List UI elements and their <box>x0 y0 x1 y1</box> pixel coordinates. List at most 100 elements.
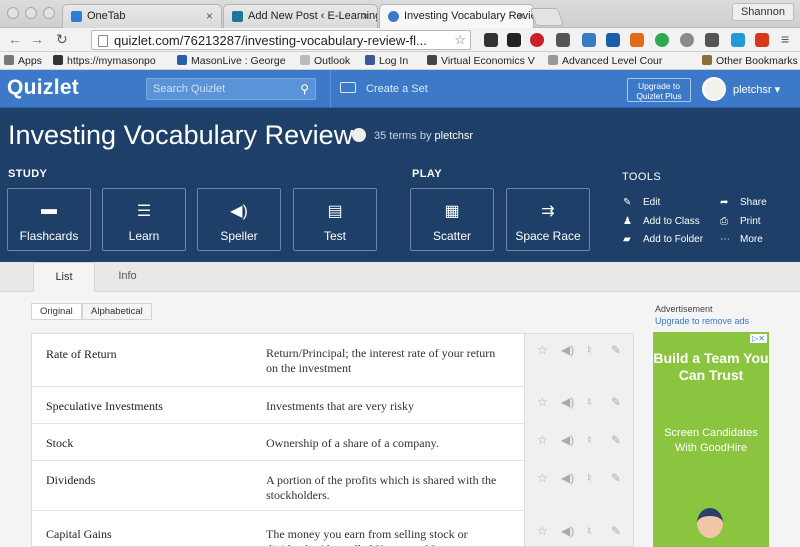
menu-icon[interactable]: ≡ <box>781 31 789 47</box>
edit-link[interactable]: ✎ Edit <box>623 197 660 208</box>
browser-tab-quizlet[interactable]: Investing Vocabulary Revie × <box>379 4 534 29</box>
speaker-icon[interactable]: ◀) <box>561 395 574 409</box>
bookmark-star-icon[interactable]: ☆ <box>454 32 466 48</box>
definition-text: Investments that are very risky <box>266 399 414 413</box>
star-icon[interactable]: ☆ <box>537 343 548 357</box>
test-button[interactable]: ▤ Test <box>293 188 377 251</box>
term-text: Capital Gains <box>46 527 112 541</box>
avatar[interactable] <box>702 77 726 101</box>
pencil-icon[interactable]: ✎ <box>611 471 621 485</box>
quizlet-logo[interactable]: Quizlet <box>7 76 79 100</box>
pencil-icon[interactable]: ✎ <box>611 395 621 409</box>
remove-ads-link[interactable]: Upgrade to remove ads <box>655 316 749 326</box>
search-icon[interactable]: ⚲ <box>300 82 309 96</box>
extension-icon[interactable] <box>630 33 644 47</box>
bookmark-log-in[interactable]: Log In <box>365 55 408 67</box>
study-label: STUDY <box>8 168 48 180</box>
new-tab-button[interactable] <box>529 8 565 26</box>
microphone-icon[interactable]: ♮ <box>587 471 591 485</box>
space-race-icon: ⇉ <box>541 203 555 220</box>
close-window-button[interactable] <box>7 7 19 19</box>
quizlet-header: Quizlet Search Quizlet ⚲ Create a Set Up… <box>0 70 800 108</box>
close-tab-icon[interactable]: × <box>206 9 213 23</box>
create-set-button[interactable]: Create a Set <box>340 82 428 95</box>
sort-original-button[interactable]: Original <box>31 303 82 320</box>
close-tab-icon[interactable]: × <box>362 9 369 23</box>
minimize-window-button[interactable] <box>25 7 37 19</box>
star-icon[interactable]: ☆ <box>537 471 548 485</box>
browser-tab-add-new-post[interactable]: Add New Post ‹ E-Learning × <box>223 4 378 28</box>
add-to-class-link[interactable]: ♟ Add to Class <box>623 216 700 227</box>
bookmark-other[interactable]: Other Bookmarks <box>702 55 798 67</box>
speaker-icon[interactable]: ◀) <box>561 343 574 357</box>
pencil-icon[interactable]: ✎ <box>611 524 621 538</box>
star-icon[interactable]: ☆ <box>537 433 548 447</box>
space-race-button[interactable]: ⇉ Space Race <box>506 188 590 251</box>
search-input[interactable]: Search Quizlet ⚲ <box>146 78 316 100</box>
speaker-icon[interactable]: ◀) <box>561 471 574 485</box>
back-arrow-icon[interactable]: ← <box>8 31 22 47</box>
speller-button[interactable]: ◀) Speller <box>197 188 281 251</box>
microphone-icon[interactable]: ♮ <box>587 433 591 447</box>
microphone-icon[interactable]: ♮ <box>587 343 591 357</box>
zoom-window-button[interactable] <box>43 7 55 19</box>
microphone-icon[interactable]: ♮ <box>587 395 591 409</box>
wordpress-favicon-icon <box>232 11 243 22</box>
reload-icon[interactable]: ↻ <box>56 31 68 48</box>
term-text: Stock <box>46 436 74 450</box>
forward-arrow-icon[interactable]: → <box>30 31 44 47</box>
bookmark-outlook[interactable]: Outlook <box>300 55 350 67</box>
microphone-icon[interactable]: ♮ <box>587 524 591 538</box>
star-icon[interactable]: ☆ <box>537 395 548 409</box>
pencil-icon[interactable]: ✎ <box>611 343 621 357</box>
profile-button[interactable]: Shannon <box>731 3 794 21</box>
extension-icon[interactable] <box>582 33 596 47</box>
extension-icon[interactable] <box>606 33 620 47</box>
buffer-extension-icon[interactable] <box>507 33 521 47</box>
tab-list[interactable]: List <box>33 262 95 292</box>
pinterest-extension-icon[interactable] <box>530 33 544 47</box>
cloud-extension-icon[interactable] <box>655 33 669 47</box>
ad-body: Screen Candidates With GoodHire <box>664 427 758 454</box>
learn-button[interactable]: ☰ Learn <box>102 188 186 251</box>
page-icon <box>98 35 108 47</box>
advertisement-banner[interactable]: ▷✕ Build a Team You Can Trust Screen Can… <box>653 332 769 547</box>
browser-tab-onetab[interactable]: OneTab × <box>62 4 222 28</box>
close-tab-icon[interactable]: × <box>518 9 525 23</box>
browser-tab-bar: OneTab × Add New Post ‹ E-Learning × Inv… <box>0 0 800 29</box>
share-link[interactable]: ➦ Share <box>720 197 767 208</box>
author-link[interactable]: pletchsr <box>435 130 474 142</box>
weather-extension-icon[interactable] <box>755 33 769 47</box>
url-input[interactable]: quizlet.com/76213287/investing-vocabular… <box>91 30 471 50</box>
scatter-button[interactable]: ▦ Scatter <box>410 188 494 251</box>
term-text: Dividends <box>46 473 96 487</box>
bookmark-masonlive[interactable]: MasonLive : George <box>177 55 286 67</box>
extension-icon[interactable] <box>484 33 498 47</box>
star-icon[interactable]: ☆ <box>537 524 548 538</box>
extension-icon[interactable] <box>556 33 570 47</box>
add-to-folder-link[interactable]: ▰ Add to Folder <box>623 234 703 245</box>
bookmark-apps[interactable]: Apps <box>4 55 42 67</box>
flashcards-button[interactable]: ▬ Flashcards <box>7 188 91 251</box>
sort-alphabetical-button[interactable]: Alphabetical <box>82 303 152 320</box>
pencil-icon[interactable]: ✎ <box>611 433 621 447</box>
add-user-icon: ♟ <box>623 216 632 227</box>
speaker-icon[interactable]: ◀) <box>561 433 574 447</box>
more-link[interactable]: ⋯ More <box>720 234 763 245</box>
bookmark-advanced-level[interactable]: Advanced Level Cour <box>548 55 662 67</box>
extension-icon[interactable] <box>731 33 745 47</box>
more-dots-icon: ⋯ <box>720 234 730 245</box>
pencil-icon: ✎ <box>623 197 632 208</box>
speaker-icon[interactable]: ◀) <box>561 524 574 538</box>
tab-title: OneTab <box>87 10 126 22</box>
bookmark-mymason[interactable]: https://mymasonpo <box>53 55 156 67</box>
quizlet-favicon-icon <box>388 11 399 22</box>
tab-info[interactable]: Info <box>100 262 155 292</box>
extension-icon[interactable] <box>680 33 694 47</box>
print-link[interactable]: ⎙ Print <box>720 216 761 227</box>
bookmark-virtual-economics[interactable]: Virtual Economics V <box>427 55 535 67</box>
user-menu[interactable]: pletchsr ▾ <box>733 83 780 96</box>
extension-icon[interactable] <box>705 33 719 47</box>
adchoices-icon[interactable]: ▷✕ <box>750 334 767 343</box>
upgrade-button[interactable]: Upgrade to Quizlet Plus <box>627 78 691 102</box>
